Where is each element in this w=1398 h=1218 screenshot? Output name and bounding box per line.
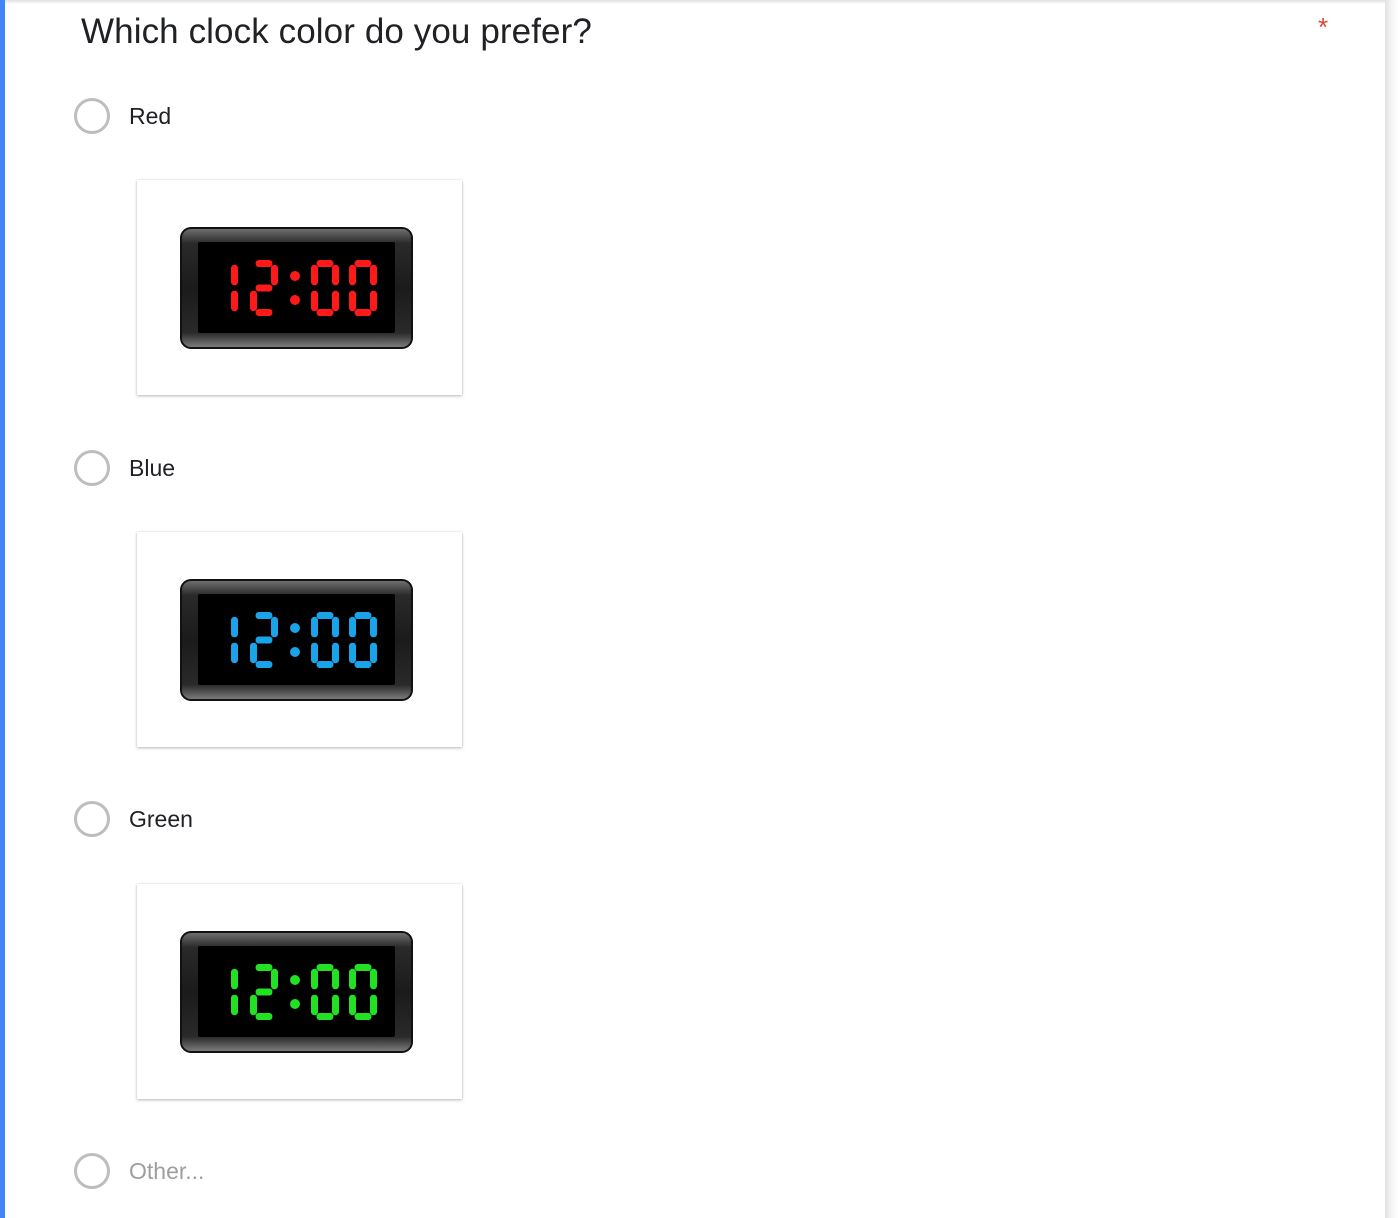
option-label: Blue <box>129 455 176 481</box>
option-other[interactable]: Other... <box>74 1153 674 1189</box>
clock-colon-dot <box>290 975 300 985</box>
required-asterisk: * <box>1318 12 1329 42</box>
radio-button[interactable] <box>74 450 110 486</box>
card-top-shadow <box>5 0 1385 4</box>
digit-segment <box>311 616 318 638</box>
clock-colon-dot <box>290 647 300 657</box>
digit-segment <box>354 661 372 668</box>
digit-segment <box>231 264 238 286</box>
option-label: Green <box>129 806 193 832</box>
digit-segment <box>332 968 339 990</box>
digit-segment <box>271 968 278 990</box>
digit-segment <box>271 616 278 638</box>
digit-segment <box>255 284 273 292</box>
digit-segment <box>255 661 273 668</box>
digit-segment <box>311 290 318 312</box>
digit-segment <box>349 290 356 312</box>
digit-segment <box>231 290 238 312</box>
question-title: Which clock color do you prefer? <box>81 12 592 51</box>
digit-segment <box>316 612 334 619</box>
other-option-label: Other... <box>129 1158 205 1184</box>
option-red[interactable]: Red <box>74 98 674 134</box>
digit-segment <box>250 642 257 664</box>
digit-segment <box>370 968 377 990</box>
digit-segment <box>311 264 318 286</box>
digit-segment <box>354 1013 372 1020</box>
digit-segment <box>370 642 377 664</box>
radio-button[interactable] <box>74 801 110 837</box>
digit-segment <box>332 290 339 312</box>
clock-colon-dot <box>290 271 300 281</box>
option-green[interactable]: Green <box>74 801 674 837</box>
digit-segment <box>316 1013 334 1020</box>
digit-segment <box>332 642 339 664</box>
digit-segment <box>370 994 377 1016</box>
digit-segment <box>231 994 238 1016</box>
digit-segment <box>349 642 356 664</box>
digit-segment <box>255 1013 273 1020</box>
digit-segment <box>271 264 278 286</box>
digit-segment <box>250 290 257 312</box>
digit-segment <box>354 964 372 971</box>
digit-segment <box>354 260 372 267</box>
clock-screen <box>198 946 395 1037</box>
digit-segment <box>370 264 377 286</box>
digit-segment <box>316 260 334 267</box>
clock-image <box>180 227 413 349</box>
digit-segment <box>370 290 377 312</box>
digit-segment <box>332 264 339 286</box>
clock-image <box>180 579 413 701</box>
option-label: Red <box>129 103 172 129</box>
clock-image <box>180 931 413 1053</box>
digit-segment <box>255 636 273 644</box>
card-right-shadow <box>1385 0 1398 1218</box>
clock-colon-dot <box>290 623 300 633</box>
radio-button[interactable] <box>74 98 110 134</box>
digit-segment <box>354 309 372 316</box>
radio-button[interactable] <box>74 1153 110 1189</box>
option-blue[interactable]: Blue <box>74 450 674 486</box>
digit-segment <box>354 612 372 619</box>
digit-segment <box>316 964 334 971</box>
clock-screen <box>198 242 395 333</box>
digit-segment <box>231 642 238 664</box>
digit-segment <box>316 309 334 316</box>
clock-colon-dot <box>290 295 300 305</box>
digit-segment <box>311 994 318 1016</box>
digit-segment <box>311 968 318 990</box>
digit-segment <box>316 661 334 668</box>
digit-segment <box>370 616 377 638</box>
digit-segment <box>255 988 273 996</box>
digit-segment <box>231 616 238 638</box>
digit-segment <box>231 968 238 990</box>
clock-screen <box>198 594 395 685</box>
digit-segment <box>311 642 318 664</box>
digit-segment <box>349 264 356 286</box>
digit-segment <box>255 309 273 316</box>
digit-segment <box>332 616 339 638</box>
digit-segment <box>255 964 273 971</box>
digit-segment <box>349 616 356 638</box>
digit-segment <box>250 994 257 1016</box>
option-image-green <box>137 884 462 1099</box>
digit-segment <box>332 994 339 1016</box>
digit-segment <box>349 968 356 990</box>
clock-colon-dot <box>290 999 300 1009</box>
digit-segment <box>349 994 356 1016</box>
digit-segment <box>255 260 273 267</box>
option-image-blue <box>137 532 462 747</box>
digit-segment <box>255 612 273 619</box>
option-image-red <box>137 180 462 395</box>
